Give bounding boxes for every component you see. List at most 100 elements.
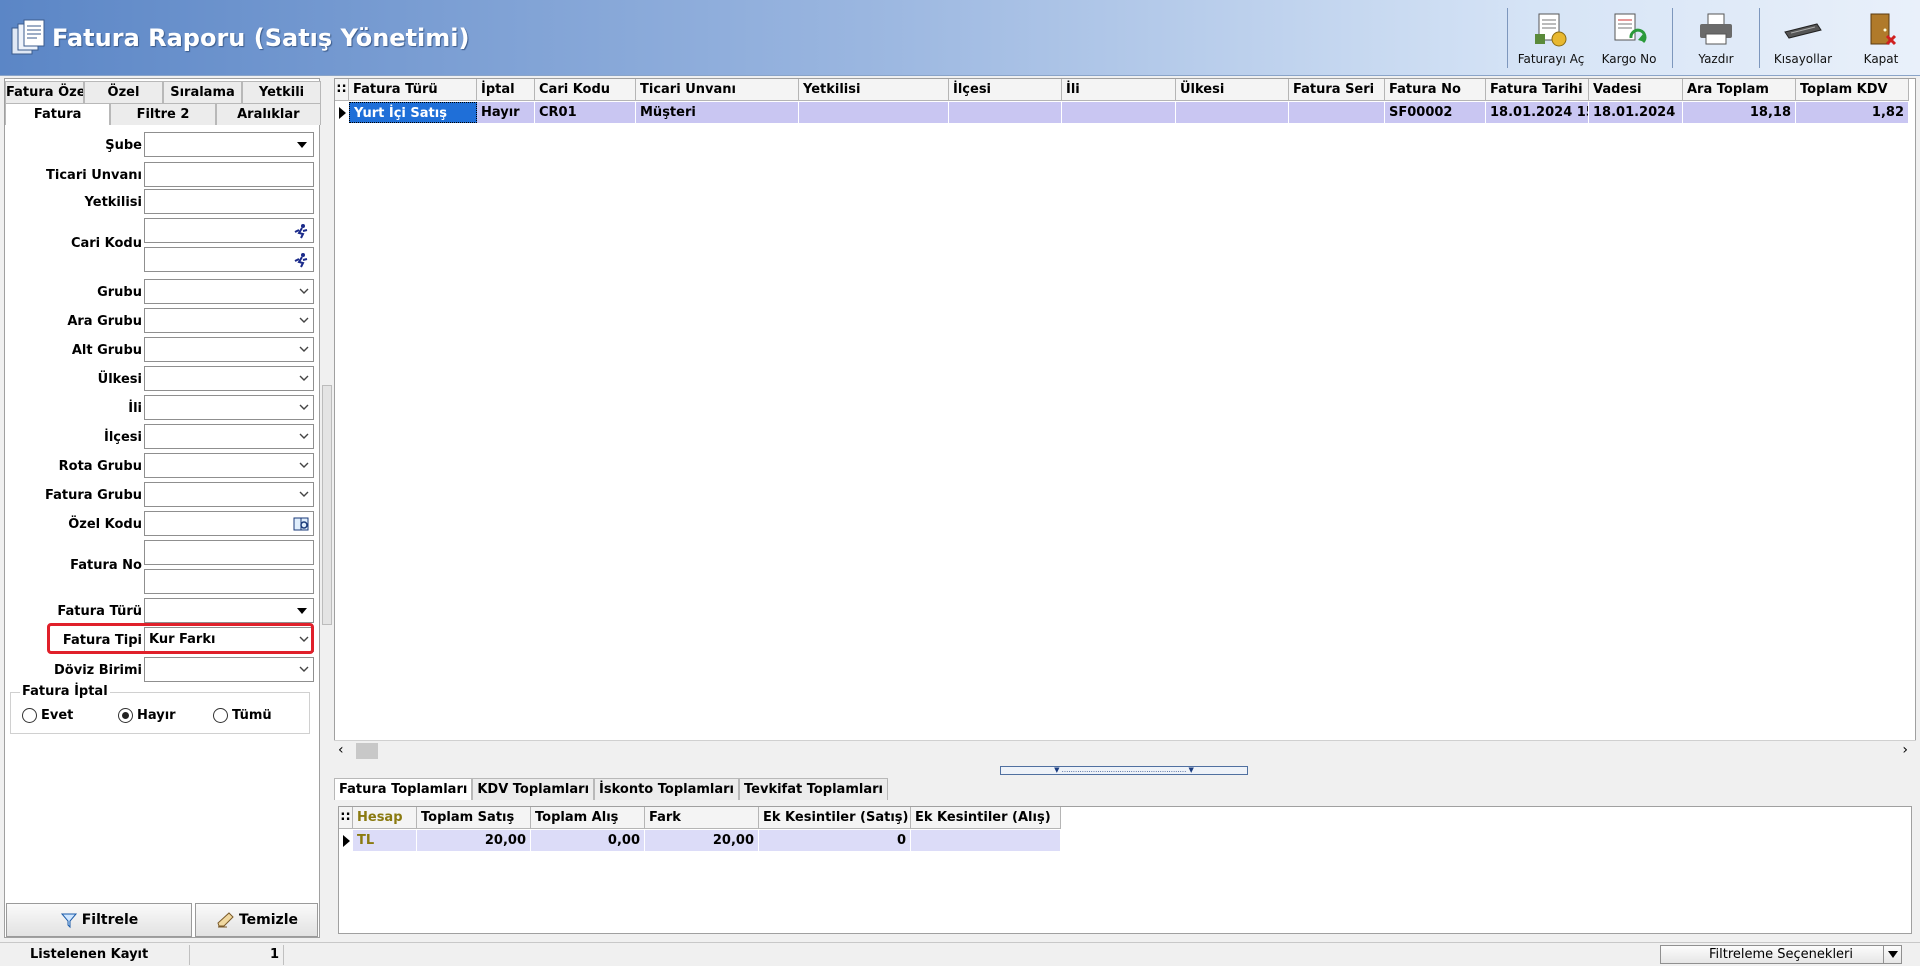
table-row[interactable]: TL 20,00 0,00 20,00 0 [339,830,1061,851]
ozel-kodu-input[interactable] [144,511,314,536]
ara-grubu-label: Ara Grubu [67,314,142,329]
column-chooser-grip[interactable]: :: [335,79,349,100]
fatura-iptal-title: Fatura İptal [20,684,110,699]
fatura-turu-select[interactable] [144,598,314,623]
highlight-annotation [47,623,314,654]
table-cell[interactable]: 1,82 [1796,102,1909,123]
radio-tumu[interactable]: Tümü [213,708,272,723]
lookup-runner-icon[interactable] [292,222,310,240]
fatura-turu-label: Fatura Türü [57,604,142,619]
tab-araliklar[interactable]: Aralıklar [215,103,321,125]
column-header[interactable]: Hesap [353,807,417,829]
column-header[interactable]: Ek Kesintiler (Satış) [759,807,911,829]
ulkesi-select[interactable] [144,366,314,391]
title-bar: Fatura Raporu (Satış Yönetimi) Faturayı … [0,0,1920,76]
scrollbar-thumb[interactable] [356,743,378,759]
ilcesi-select[interactable] [144,424,314,449]
column-header[interactable]: Cari Kodu [535,79,636,101]
close-button[interactable]: Kapat [1842,4,1920,72]
tab-siralama[interactable]: Sıralama [163,81,242,103]
column-header[interactable]: Yetkilisi [799,79,949,101]
table-row[interactable]: Yurt İçi Satış Hayır CR01 Müşteri SF00002 18.… [335,102,1909,123]
radio-evet[interactable]: Evet [22,708,73,723]
table-cell[interactable] [1289,102,1385,123]
column-header[interactable]: Toplam KDV [1796,79,1909,101]
panel-splitter[interactable] [322,385,332,625]
tab-filtre-2[interactable]: Filtre 2 [110,103,216,125]
filter-options-dropdown[interactable]: Filtreleme Seçenekleri [1660,945,1902,964]
table-cell[interactable] [1062,102,1176,123]
cargo-no-button[interactable]: Kargo No [1590,4,1668,72]
tab-fatura-toplamlari[interactable]: Fatura Toplamları [334,778,473,800]
fatura-no-start-input[interactable] [144,540,314,565]
ara-grubu-select[interactable] [144,308,314,333]
lookup-runner-icon[interactable] [292,251,310,269]
doviz-birimi-select[interactable] [144,657,314,682]
rota-grubu-label: Rota Grubu [58,459,142,474]
cari-kodu-end-input[interactable] [144,247,314,272]
column-header[interactable]: Fatura Seri [1289,79,1385,101]
column-chooser-grip[interactable]: :: [339,807,353,828]
column-header[interactable]: Vadesi [1589,79,1683,101]
fatura-grubu-select[interactable] [144,482,314,507]
tab-tevkifat-toplamlari[interactable]: Tevkifat Toplamları [739,778,888,800]
table-cell[interactable]: Müşteri [636,102,799,123]
scroll-right-icon[interactable]: › [1902,742,1908,758]
ticari-unvani-input[interactable] [144,162,314,187]
filter-button[interactable]: Filtrele [6,903,192,937]
column-header[interactable]: İlçesi [949,79,1062,101]
table-cell[interactable]: 0 [759,830,911,851]
lookup-book-icon[interactable] [292,515,310,533]
table-cell[interactable]: 18.01.2024 [1589,102,1683,123]
vertical-splitter-handle[interactable]: ▼ ......................................… [1000,766,1248,775]
column-header[interactable]: Toplam Satış [417,807,531,829]
open-invoice-button[interactable]: Faturayı Aç [1512,4,1590,72]
radio-hayir[interactable]: Hayır [118,708,176,723]
table-cell[interactable]: CR01 [535,102,636,123]
column-header[interactable]: Fatura Tarihi [1486,79,1589,101]
table-cell[interactable]: SF00002 [1385,102,1486,123]
column-header[interactable]: Toplam Alış [531,807,645,829]
table-cell[interactable]: 18.01.2024 15 [1486,102,1589,123]
table-cell[interactable]: 20,00 [645,830,759,851]
shortcuts-button[interactable]: Kısayollar [1764,4,1842,72]
tab-fatura[interactable]: Fatura [5,103,111,125]
horizontal-scrollbar[interactable]: ‹ › [334,740,1916,760]
cari-kodu-start-input[interactable] [144,218,314,243]
tab-ozel[interactable]: Özel [84,81,163,103]
scroll-left-icon[interactable]: ‹ [338,742,344,758]
table-cell[interactable] [949,102,1062,123]
column-header[interactable]: Ara Toplam [1683,79,1796,101]
column-header[interactable]: Fatura No [1385,79,1486,101]
tab-fatura-ozel[interactable]: Fatura Özel [5,81,84,103]
yetkilisi-input[interactable] [144,189,314,214]
column-header[interactable]: Ek Kesintiler (Alış) [911,807,1061,829]
table-cell[interactable] [799,102,949,123]
column-header[interactable]: Fatura Türü [349,79,477,101]
column-header[interactable]: İli [1062,79,1176,101]
column-header[interactable]: Fark [645,807,759,829]
table-cell[interactable] [911,830,1061,851]
tab-iskonto-toplamlari[interactable]: İskonto Toplamları [594,778,740,800]
table-cell[interactable] [1176,102,1289,123]
chevron-down-icon [299,317,309,323]
ili-select[interactable] [144,395,314,420]
alt-grubu-select[interactable] [144,337,314,362]
table-cell[interactable]: 0,00 [531,830,645,851]
tab-yetkili[interactable]: Yetkili [242,81,321,103]
table-cell[interactable]: Yurt İçi Satış [349,102,477,123]
table-cell[interactable]: TL [353,830,417,851]
table-cell[interactable]: 20,00 [417,830,531,851]
print-button[interactable]: Yazdır [1677,4,1755,72]
grubu-select[interactable] [144,279,314,304]
rota-grubu-select[interactable] [144,453,314,478]
table-cell[interactable]: 18,18 [1683,102,1796,123]
table-cell[interactable]: Hayır [477,102,535,123]
sube-select[interactable] [144,132,314,157]
column-header[interactable]: Ticari Unvanı [636,79,799,101]
clear-button[interactable]: Temizle [195,903,318,937]
column-header[interactable]: Ülkesi [1176,79,1289,101]
tab-kdv-toplamlari[interactable]: KDV Toplamları [472,778,595,800]
column-header[interactable]: İptal [477,79,535,101]
fatura-no-end-input[interactable] [144,569,314,594]
